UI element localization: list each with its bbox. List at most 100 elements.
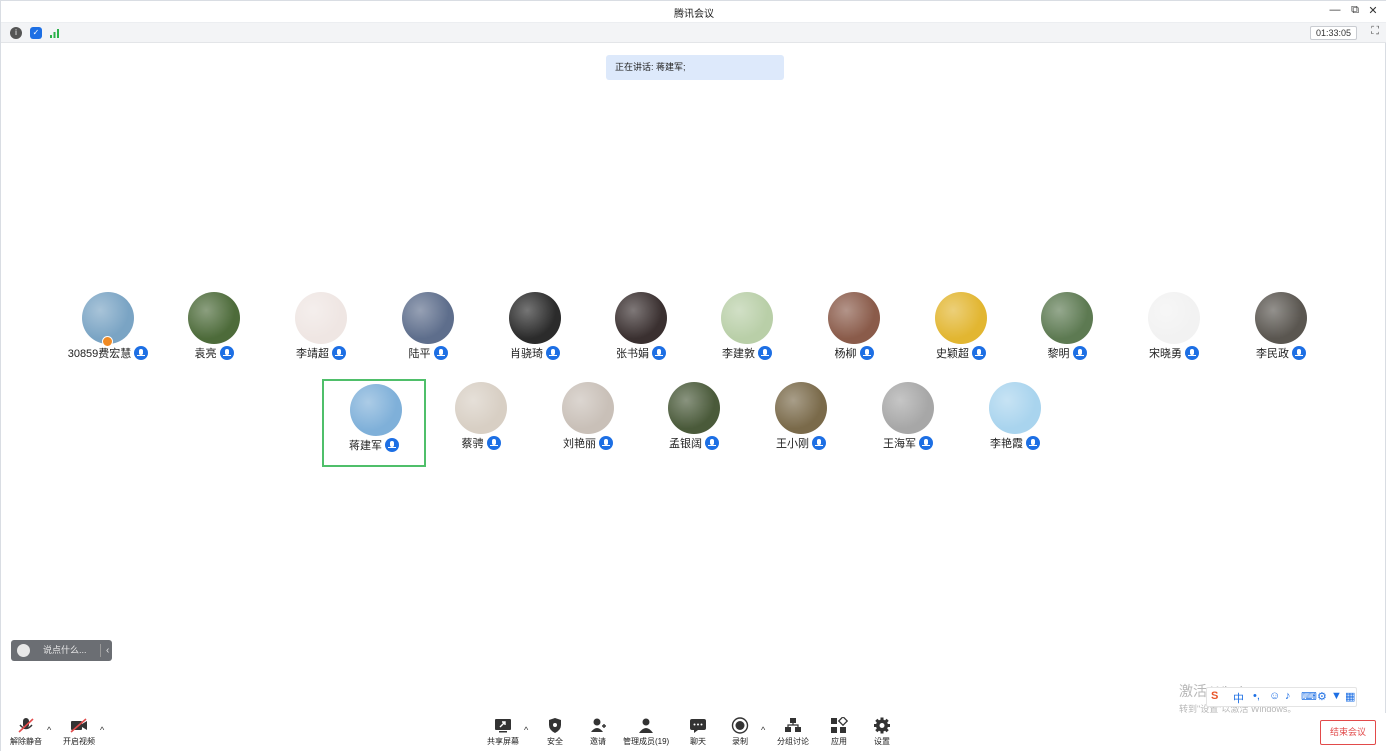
participant-name-line: 杨柳 [802,345,906,361]
participant-tile[interactable]: 王海军 [856,379,960,467]
close-button[interactable]: ✕ [1365,4,1381,17]
share-screen-button[interactable]: 共享屏幕 [487,717,519,747]
participant-name: 陆平 [408,348,431,360]
grid-icon[interactable]: ▦ [1345,690,1355,703]
collapse-arrow-icon[interactable]: ‹ [106,640,109,661]
participant-tile[interactable]: 肖骁琦 [483,289,587,377]
participant-name-line: 黎明 [1015,345,1119,361]
unmute-label: 解除静音 [10,737,42,746]
participant-tile[interactable]: 李靖超 [269,289,373,377]
mic-status-icon [1072,346,1087,361]
manage-members-button[interactable]: 管理成员(19) [623,717,669,747]
participant-name: 宋晓勇 [1149,348,1182,360]
members-icon [637,717,655,734]
info-icon[interactable]: i [10,27,22,39]
mic-status-icon [758,346,772,361]
voice-icon[interactable]: ♪ [1285,690,1291,702]
minimize-button[interactable]: — [1327,4,1343,16]
avatar [615,292,667,344]
fullscreen-icon[interactable]: ⛶ [1371,25,1379,38]
unmute-button[interactable]: 解除静音 [10,717,42,747]
participant-name-line: 30859费宏慧 [56,345,160,361]
invite-button[interactable]: 邀请 [589,717,607,747]
participant-name: 王海军 [883,438,916,450]
mic-status-icon [1185,346,1199,361]
participant-name-line: 蔡骋 [429,435,533,451]
participant-tile[interactable]: 蒋建军 [322,379,426,467]
avatar [509,292,561,344]
mic-status-icon [972,346,986,361]
security-button[interactable]: 安全 [546,717,564,747]
avatar [1148,292,1200,344]
participant-name-line: 张书娟 [589,345,693,361]
video-label: 开启视频 [63,737,95,746]
participant-tile[interactable]: 杨柳 [802,289,906,377]
participant-tile[interactable]: 张书娟 [589,289,693,377]
participant-tile[interactable]: 李民政 [1229,289,1333,377]
skin-icon[interactable]: ▼ [1331,690,1342,702]
participant-name-line: 蒋建军 [324,437,424,453]
apps-icon [830,715,849,734]
bottom-toolbar: 解除静音 ^ 开启视频 ^ 共享屏幕 ^ 安全 邀请 管理成员(19) 聊天 录… [1,713,1386,752]
ime-mode-label[interactable]: 中 [1233,690,1244,706]
participant-tile[interactable]: 李建敦 [695,289,799,377]
audio-options-caret[interactable]: ^ [47,725,51,735]
security-label: 安全 [547,737,563,746]
gear-icon [873,717,891,734]
participant-name: 刘艳丽 [563,438,596,450]
chat-input-bar[interactable]: 说点什么... ‹ [11,640,112,661]
share-options-caret[interactable]: ^ [524,725,528,735]
participant-tile[interactable]: 刘艳丽 [536,379,640,467]
mic-status-icon [1292,346,1306,361]
emoji-icon[interactable] [17,644,30,657]
participant-tile[interactable]: 王小刚 [749,379,853,467]
apps-button[interactable]: 应用 [830,715,849,747]
end-meeting-button[interactable]: 结束会议 [1320,720,1376,745]
video-options-caret[interactable]: ^ [100,725,104,735]
participant-name: 蒋建军 [349,440,382,452]
restore-button[interactable]: ⧉ [1347,4,1363,17]
avatar [828,292,880,344]
participant-tile[interactable]: 陆平 [376,289,480,377]
chat-placeholder[interactable]: 说点什么... [43,640,87,661]
participant-tile[interactable]: 蔡骋 [429,379,533,467]
start-video-button[interactable]: 开启视频 [63,717,95,747]
participant-name: 蔡骋 [461,438,484,450]
participant-name-line: 王海军 [856,435,960,451]
record-options-caret[interactable]: ^ [761,725,765,735]
participant-name-line: 宋晓勇 [1122,345,1226,361]
avatar [350,384,402,436]
punct-icon[interactable]: •, [1253,690,1260,702]
participant-tile[interactable]: 李艳霞 [963,379,1067,467]
shield-icon[interactable]: ✓ [30,27,42,39]
participant-tile[interactable]: 30859费宏慧 [56,289,160,377]
emoji-ime-icon[interactable]: ☺ [1269,690,1280,702]
keyboard-icon[interactable]: ⌨ [1301,690,1317,703]
mic-status-icon [219,346,234,361]
avatar [989,382,1041,434]
ime-toolbar[interactable]: S 中 •, ☺ ♪ ⌨ ⚙ ▼ ▦ [1206,687,1357,707]
participant-tile[interactable]: 宋晓勇 [1122,289,1226,377]
avatar [295,292,347,344]
participant-name: 王小刚 [776,438,809,450]
mic-status-icon [599,436,613,451]
participant-name: 杨柳 [834,348,857,360]
tools-icon[interactable]: ⚙ [1317,690,1327,703]
sogou-icon[interactable]: S [1211,690,1218,702]
participant-name: 李民政 [1256,348,1289,360]
members-label: 管理成员(19) [623,737,670,746]
participant-tile[interactable]: 孟银阔 [642,379,746,467]
participant-tile[interactable]: 史颖超 [909,289,1013,377]
participant-tile[interactable]: 袁亮 [162,289,266,377]
chat-button[interactable]: 聊天 [689,717,707,747]
apps-label: 应用 [831,737,847,746]
status-bar: i ✓ 01:33:05 ⛶ [1,23,1386,43]
mic-status-icon [546,346,560,361]
signal-icon[interactable] [49,27,61,39]
avatar [455,382,507,434]
breakout-button[interactable]: 分组讨论 [777,717,809,747]
participant-tile[interactable]: 黎明 [1015,289,1119,377]
avatar [1041,292,1093,344]
record-button[interactable]: 录制 [731,717,749,747]
settings-button[interactable]: 设置 [873,717,891,747]
